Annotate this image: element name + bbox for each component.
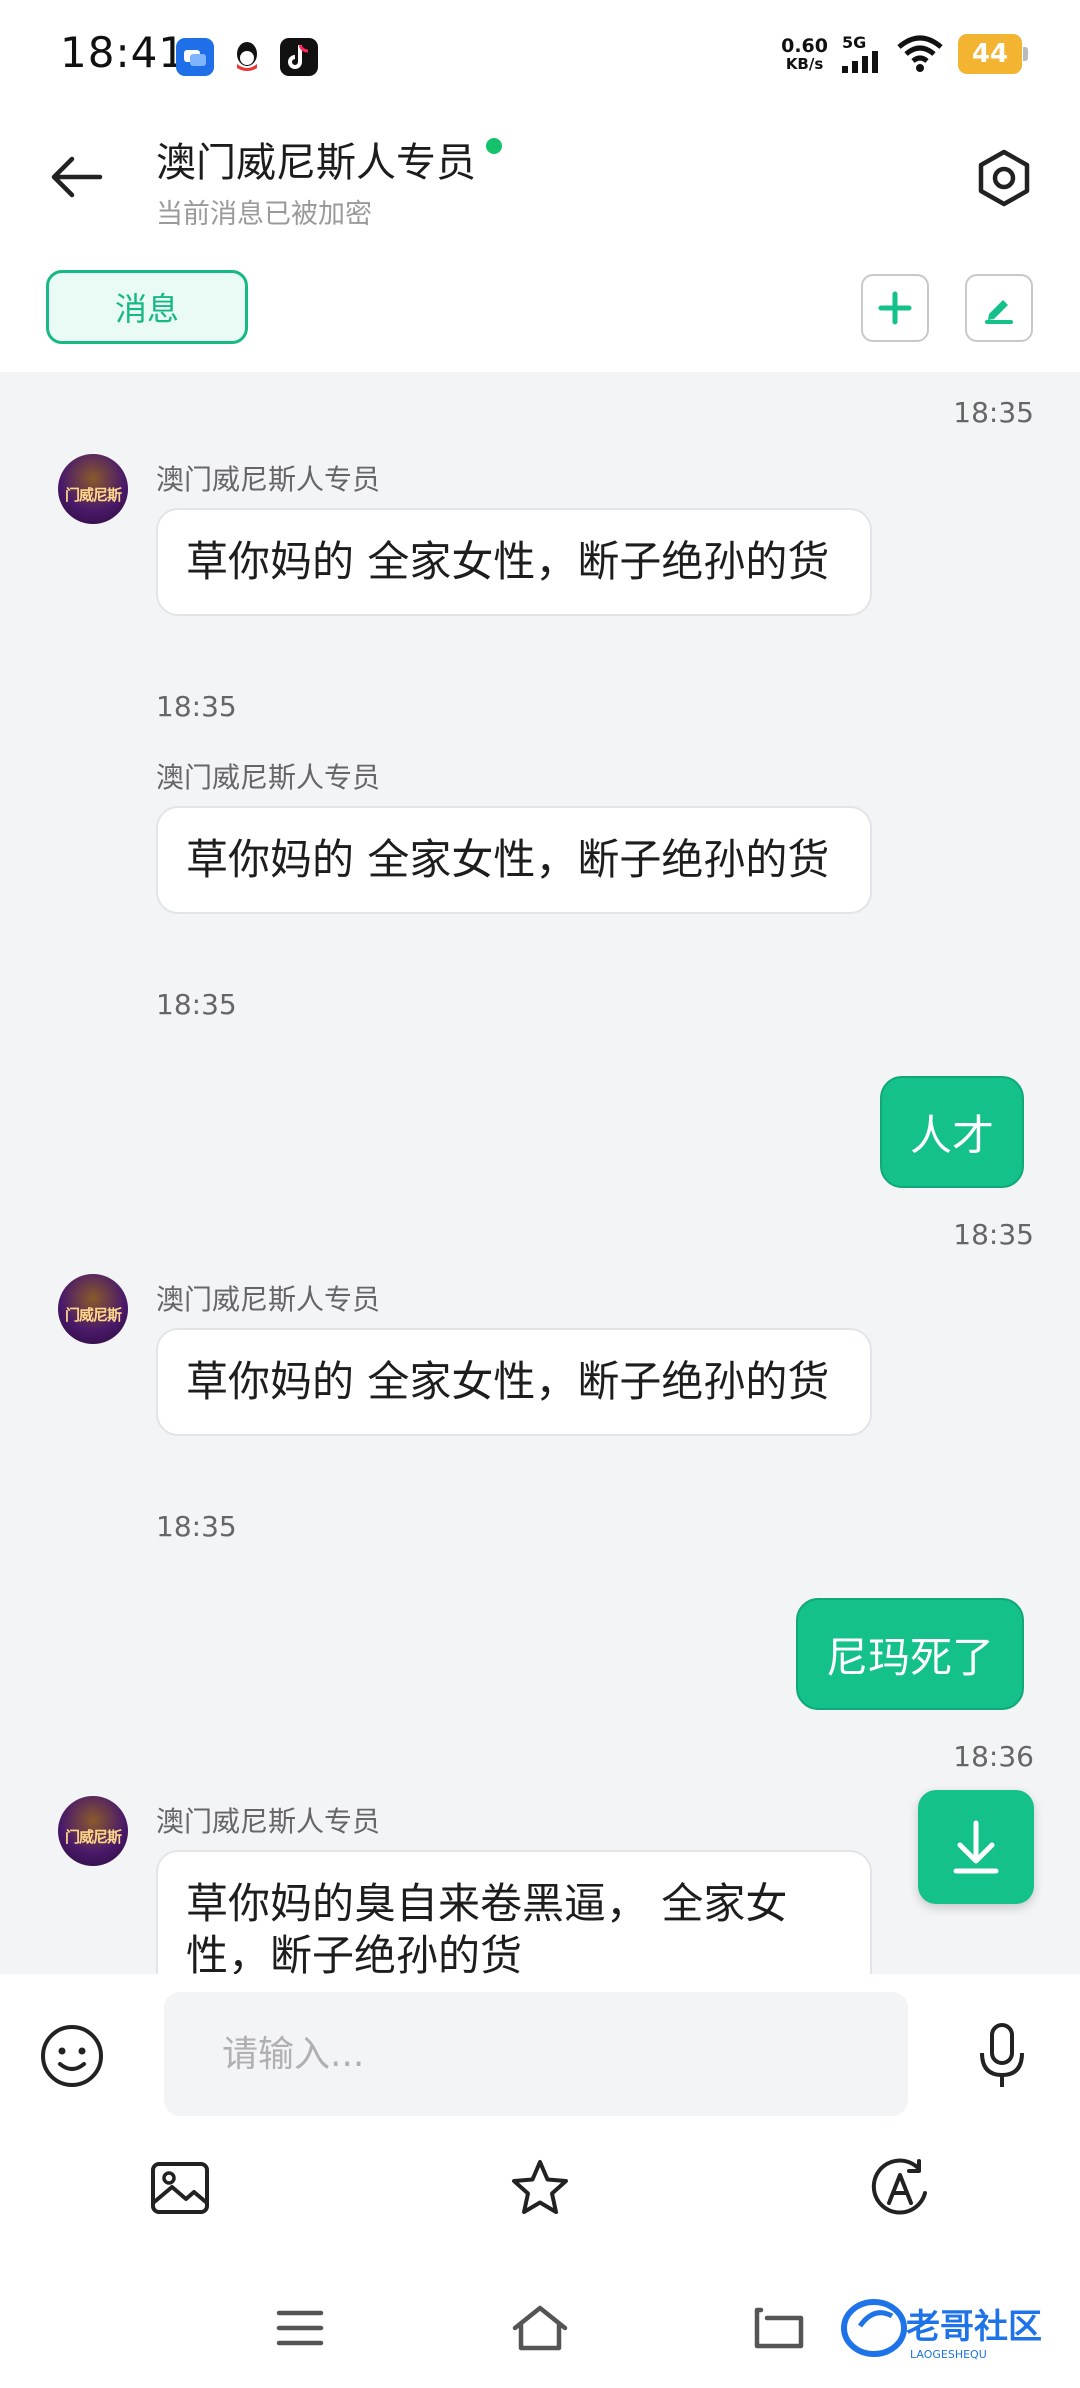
incoming-message-bubble[interactable]: 草你妈的臭自来卷黑逼， 全家女性，断子绝孙的货 <box>156 1850 872 1974</box>
voice-input-button[interactable] <box>970 2018 1034 2094</box>
tiktok-icon <box>280 38 318 76</box>
home-icon <box>512 2305 568 2351</box>
avatar[interactable]: 门威尼斯 <box>58 454 128 524</box>
image-button[interactable] <box>148 2156 212 2220</box>
message-timestamp: 18:35 <box>156 1510 237 1543</box>
watermark-text: 老哥社区 <box>906 2307 1042 2347</box>
add-button[interactable] <box>861 274 929 342</box>
status-right: 0.60 KB/s 5G 44 <box>781 34 1028 74</box>
message-timestamp: 18:35 <box>156 988 237 1021</box>
signal-icon: 5G <box>842 35 882 73</box>
back-button[interactable] <box>44 145 108 209</box>
status-bar: 18:41 0.60 KB/s 5G 44 <box>0 0 1080 110</box>
incoming-message-bubble[interactable]: 草你妈的 全家女性，断子绝孙的货 <box>156 508 872 616</box>
favorite-button[interactable] <box>508 2156 572 2220</box>
app-notification-icon <box>176 38 214 76</box>
outgoing-message-bubble[interactable]: 尼玛死了 <box>795 1598 1024 1710</box>
back-nav-icon <box>754 2307 804 2349</box>
message-timestamp: 18:35 <box>953 1218 1034 1251</box>
arrow-left-icon <box>51 156 103 198</box>
smiley-icon <box>41 2025 103 2087</box>
app-root: 18:41 0.60 KB/s 5G 44 澳门威尼斯人专员 当前消息已被加密 … <box>0 0 1080 2388</box>
back-nav-button[interactable] <box>748 2300 812 2356</box>
microphone-icon <box>980 2023 1024 2087</box>
download-arrow-icon <box>953 1820 999 1874</box>
avatar[interactable]: 门威尼斯 <box>58 1274 128 1344</box>
sender-name: 澳门威尼斯人专员 <box>156 761 381 794</box>
image-icon <box>151 2162 209 2214</box>
composer-tools <box>0 2134 1080 2244</box>
translate-button[interactable] <box>868 2156 932 2220</box>
translate-icon <box>871 2158 927 2215</box>
sender-name: 澳门威尼斯人专员 <box>156 1805 381 1838</box>
system-nav-bar: 老哥社区 LAOGESHEQU <box>0 2244 1080 2388</box>
pen-icon <box>985 300 1013 324</box>
notification-icons <box>176 38 318 76</box>
menu-lines-icon <box>276 2310 324 2346</box>
star-icon <box>512 2160 568 2214</box>
tab-messages[interactable]: 消息 <box>46 270 248 344</box>
online-status-dot <box>486 138 502 154</box>
avatar[interactable]: 门威尼斯 <box>58 1796 128 1866</box>
message-list[interactable]: 18:35 门威尼斯 澳门威尼斯人专员 草你妈的 全家女性，断子绝孙的货 18:… <box>0 372 1080 1974</box>
encryption-notice: 当前消息已被加密 <box>156 199 372 230</box>
composer-bar <box>0 1974 1080 2134</box>
edit-button[interactable] <box>965 274 1033 342</box>
message-input[interactable] <box>164 1992 908 2116</box>
incoming-message-bubble[interactable]: 草你妈的 全家女性，断子绝孙的货 <box>156 1328 872 1436</box>
message-timestamp: 18:35 <box>156 690 237 723</box>
watermark-subtext: LAOGESHEQU <box>910 2348 987 2361</box>
emoji-button[interactable] <box>38 2022 106 2090</box>
status-time: 18:41 <box>60 28 187 77</box>
battery-icon: 44 <box>958 34 1028 74</box>
settings-button[interactable] <box>972 146 1036 210</box>
recent-apps-button[interactable] <box>268 2300 332 2356</box>
scroll-to-bottom-button[interactable] <box>918 1790 1034 1904</box>
outgoing-message-bubble[interactable]: 人才 <box>879 1076 1024 1188</box>
wifi-icon <box>897 35 943 72</box>
chat-title: 澳门威尼斯人专员 <box>156 130 502 188</box>
net-speed: 0.60 KB/s <box>781 34 828 73</box>
hexagon-settings-icon <box>978 149 1030 207</box>
sender-name: 澳门威尼斯人专员 <box>156 1283 381 1316</box>
chat-header: 澳门威尼斯人专员 当前消息已被加密 消息 <box>0 110 1080 370</box>
qq-icon <box>228 38 266 76</box>
sender-name: 澳门威尼斯人专员 <box>156 463 381 496</box>
plus-icon <box>878 291 912 325</box>
message-timestamp: 18:35 <box>953 396 1034 429</box>
home-button[interactable] <box>508 2300 572 2356</box>
incoming-message-bubble[interactable]: 草你妈的 全家女性，断子绝孙的货 <box>156 806 872 914</box>
watermark-logo: 老哥社区 LAOGESHEQU <box>840 2292 1070 2364</box>
message-timestamp: 18:36 <box>953 1740 1034 1773</box>
